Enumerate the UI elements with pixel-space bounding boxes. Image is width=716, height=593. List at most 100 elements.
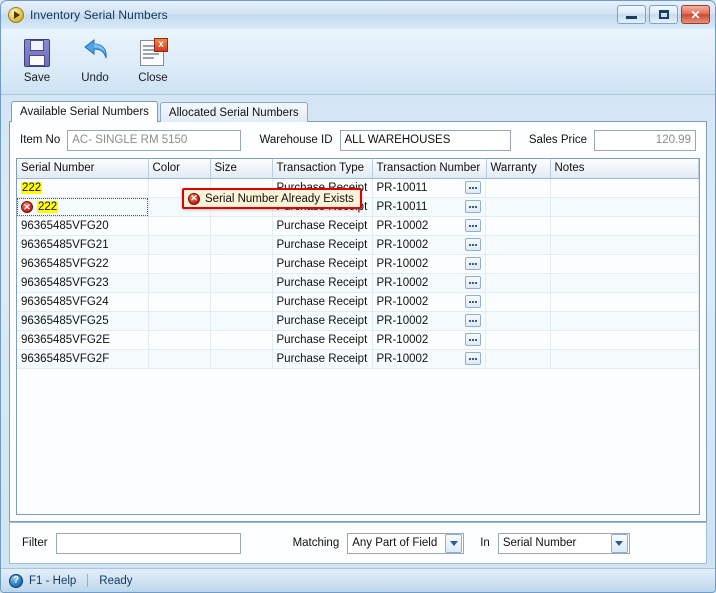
cell-color[interactable]: [148, 292, 211, 312]
cell-transaction-number[interactable]: PR-10002: [372, 292, 486, 312]
lookup-ellipsis-button[interactable]: [465, 238, 481, 251]
cell-transaction-type[interactable]: Purchase Receipt: [272, 311, 373, 331]
table-row[interactable]: 96365485VFG23 Purchase Receipt PR-10002: [17, 273, 699, 293]
item-no-field[interactable]: AC- SINGLE RM 5150: [67, 129, 242, 151]
save-button[interactable]: Save: [13, 35, 61, 84]
lookup-ellipsis-button[interactable]: [465, 219, 481, 232]
cell-color[interactable]: [148, 330, 211, 350]
column-header-size[interactable]: Size: [210, 159, 273, 179]
table-row[interactable]: 96365485VFG21 Purchase Receipt PR-10002: [17, 235, 699, 255]
cell-color[interactable]: [148, 235, 211, 255]
cell-size[interactable]: [210, 254, 273, 274]
cell-transaction-type[interactable]: Purchase Receipt: [272, 330, 373, 350]
cell-notes[interactable]: [550, 273, 699, 293]
cell-notes[interactable]: [550, 330, 699, 350]
undo-button[interactable]: Undo: [71, 35, 119, 84]
cell-transaction-number[interactable]: PR-10002: [372, 330, 486, 350]
column-header-notes[interactable]: Notes: [550, 159, 699, 179]
table-row[interactable]: 96365485VFG2F Purchase Receipt PR-10002: [17, 349, 699, 369]
maximize-button[interactable]: [649, 5, 678, 24]
cell-serial-number[interactable]: 96365485VFG2E: [17, 330, 149, 350]
lookup-ellipsis-button[interactable]: [465, 314, 481, 327]
cell-color[interactable]: [148, 349, 211, 369]
cell-notes[interactable]: [550, 311, 699, 331]
cell-warranty[interactable]: [486, 254, 551, 274]
in-dropdown[interactable]: Serial Number: [497, 532, 630, 554]
cell-transaction-number[interactable]: PR-10002: [372, 254, 486, 274]
close-button[interactable]: ✕: [681, 5, 710, 24]
cell-warranty[interactable]: [486, 197, 551, 217]
cell-serial-number[interactable]: 96365485VFG25: [17, 311, 149, 331]
cell-transaction-number[interactable]: PR-10002: [372, 273, 486, 293]
table-row[interactable]: 96365485VFG24 Purchase Receipt PR-10002: [17, 292, 699, 312]
cell-notes[interactable]: [550, 254, 699, 274]
serial-numbers-grid[interactable]: Serial Number Color Size Transaction Typ…: [16, 158, 700, 515]
cell-warranty[interactable]: [486, 330, 551, 350]
cell-color[interactable]: [148, 254, 211, 274]
column-header-color[interactable]: Color: [148, 159, 211, 179]
cell-transaction-number[interactable]: PR-10002: [372, 216, 486, 236]
cell-warranty[interactable]: [486, 235, 551, 255]
table-row[interactable]: 96365485VFG25 Purchase Receipt PR-10002: [17, 311, 699, 331]
table-row[interactable]: 96365485VFG20 Purchase Receipt PR-10002: [17, 216, 699, 236]
cell-transaction-type[interactable]: Purchase Receipt: [272, 216, 373, 236]
sales-price-field[interactable]: 120.99: [594, 129, 696, 151]
cell-size[interactable]: [210, 292, 273, 312]
cell-serial-number[interactable]: 222: [17, 178, 149, 198]
cell-serial-number[interactable]: 96365485VFG23: [17, 273, 149, 293]
cell-size[interactable]: [210, 311, 273, 331]
cell-transaction-number[interactable]: PR-10002: [372, 349, 486, 369]
cell-warranty[interactable]: [486, 216, 551, 236]
cell-size[interactable]: [210, 235, 273, 255]
tab-allocated-serial-numbers[interactable]: Allocated Serial Numbers: [159, 102, 308, 122]
cell-size[interactable]: [210, 349, 273, 369]
cell-color[interactable]: [148, 311, 211, 331]
cell-transaction-type[interactable]: Purchase Receipt: [272, 254, 373, 274]
minimize-button[interactable]: [617, 5, 646, 24]
cell-transaction-type[interactable]: Purchase Receipt: [272, 292, 373, 312]
close-toolbar-button[interactable]: x Close: [129, 35, 177, 84]
cell-transaction-type[interactable]: Purchase Receipt: [272, 235, 373, 255]
cell-color[interactable]: [148, 216, 211, 236]
lookup-ellipsis-button[interactable]: [465, 333, 481, 346]
cell-warranty[interactable]: [486, 273, 551, 293]
cell-serial-number[interactable]: 96365485VFG22: [17, 254, 149, 274]
lookup-ellipsis-button[interactable]: [465, 181, 481, 194]
cell-size[interactable]: [210, 216, 273, 236]
cell-serial-number[interactable]: 96365485VFG21: [17, 235, 149, 255]
cell-serial-number[interactable]: 96365485VFG20: [17, 216, 149, 236]
column-header-warranty[interactable]: Warranty: [486, 159, 551, 179]
tab-available-serial-numbers[interactable]: Available Serial Numbers: [11, 101, 158, 122]
cell-notes[interactable]: [550, 216, 699, 236]
cell-serial-number[interactable]: 96365485VFG24: [17, 292, 149, 312]
column-header-transaction-type[interactable]: Transaction Type: [272, 159, 373, 179]
cell-transaction-number[interactable]: PR-10011: [372, 197, 486, 217]
lookup-ellipsis-button[interactable]: [465, 257, 481, 270]
help-circle-icon[interactable]: ?: [9, 573, 23, 588]
help-text[interactable]: F1 - Help: [29, 575, 76, 587]
cell-warranty[interactable]: [486, 292, 551, 312]
cell-notes[interactable]: [550, 197, 699, 217]
table-row[interactable]: 96365485VFG22 Purchase Receipt PR-10002: [17, 254, 699, 274]
cell-size[interactable]: [210, 330, 273, 350]
cell-notes[interactable]: [550, 235, 699, 255]
cell-transaction-type[interactable]: Purchase Receipt: [272, 349, 373, 369]
warehouse-id-field[interactable]: ALL WAREHOUSES: [339, 129, 511, 151]
column-header-transaction-number[interactable]: Transaction Number: [372, 159, 487, 179]
cell-color[interactable]: [148, 273, 211, 293]
column-header-serial-number[interactable]: Serial Number: [17, 159, 149, 179]
cell-notes[interactable]: [550, 292, 699, 312]
cell-serial-number[interactable]: ✕ 222: [17, 197, 149, 217]
filter-input[interactable]: [55, 532, 241, 554]
lookup-ellipsis-button[interactable]: [465, 200, 481, 213]
cell-warranty[interactable]: [486, 311, 551, 331]
table-row[interactable]: 96365485VFG2E Purchase Receipt PR-10002: [17, 330, 699, 350]
cell-notes[interactable]: [550, 349, 699, 369]
cell-warranty[interactable]: [486, 349, 551, 369]
matching-dropdown[interactable]: Any Part of Field: [347, 532, 465, 554]
cell-transaction-type[interactable]: Purchase Receipt: [272, 273, 373, 293]
cell-transaction-number[interactable]: PR-10002: [372, 311, 486, 331]
cell-transaction-number[interactable]: PR-10002: [372, 235, 486, 255]
lookup-ellipsis-button[interactable]: [465, 352, 481, 365]
cell-serial-number[interactable]: 96365485VFG2F: [17, 349, 149, 369]
